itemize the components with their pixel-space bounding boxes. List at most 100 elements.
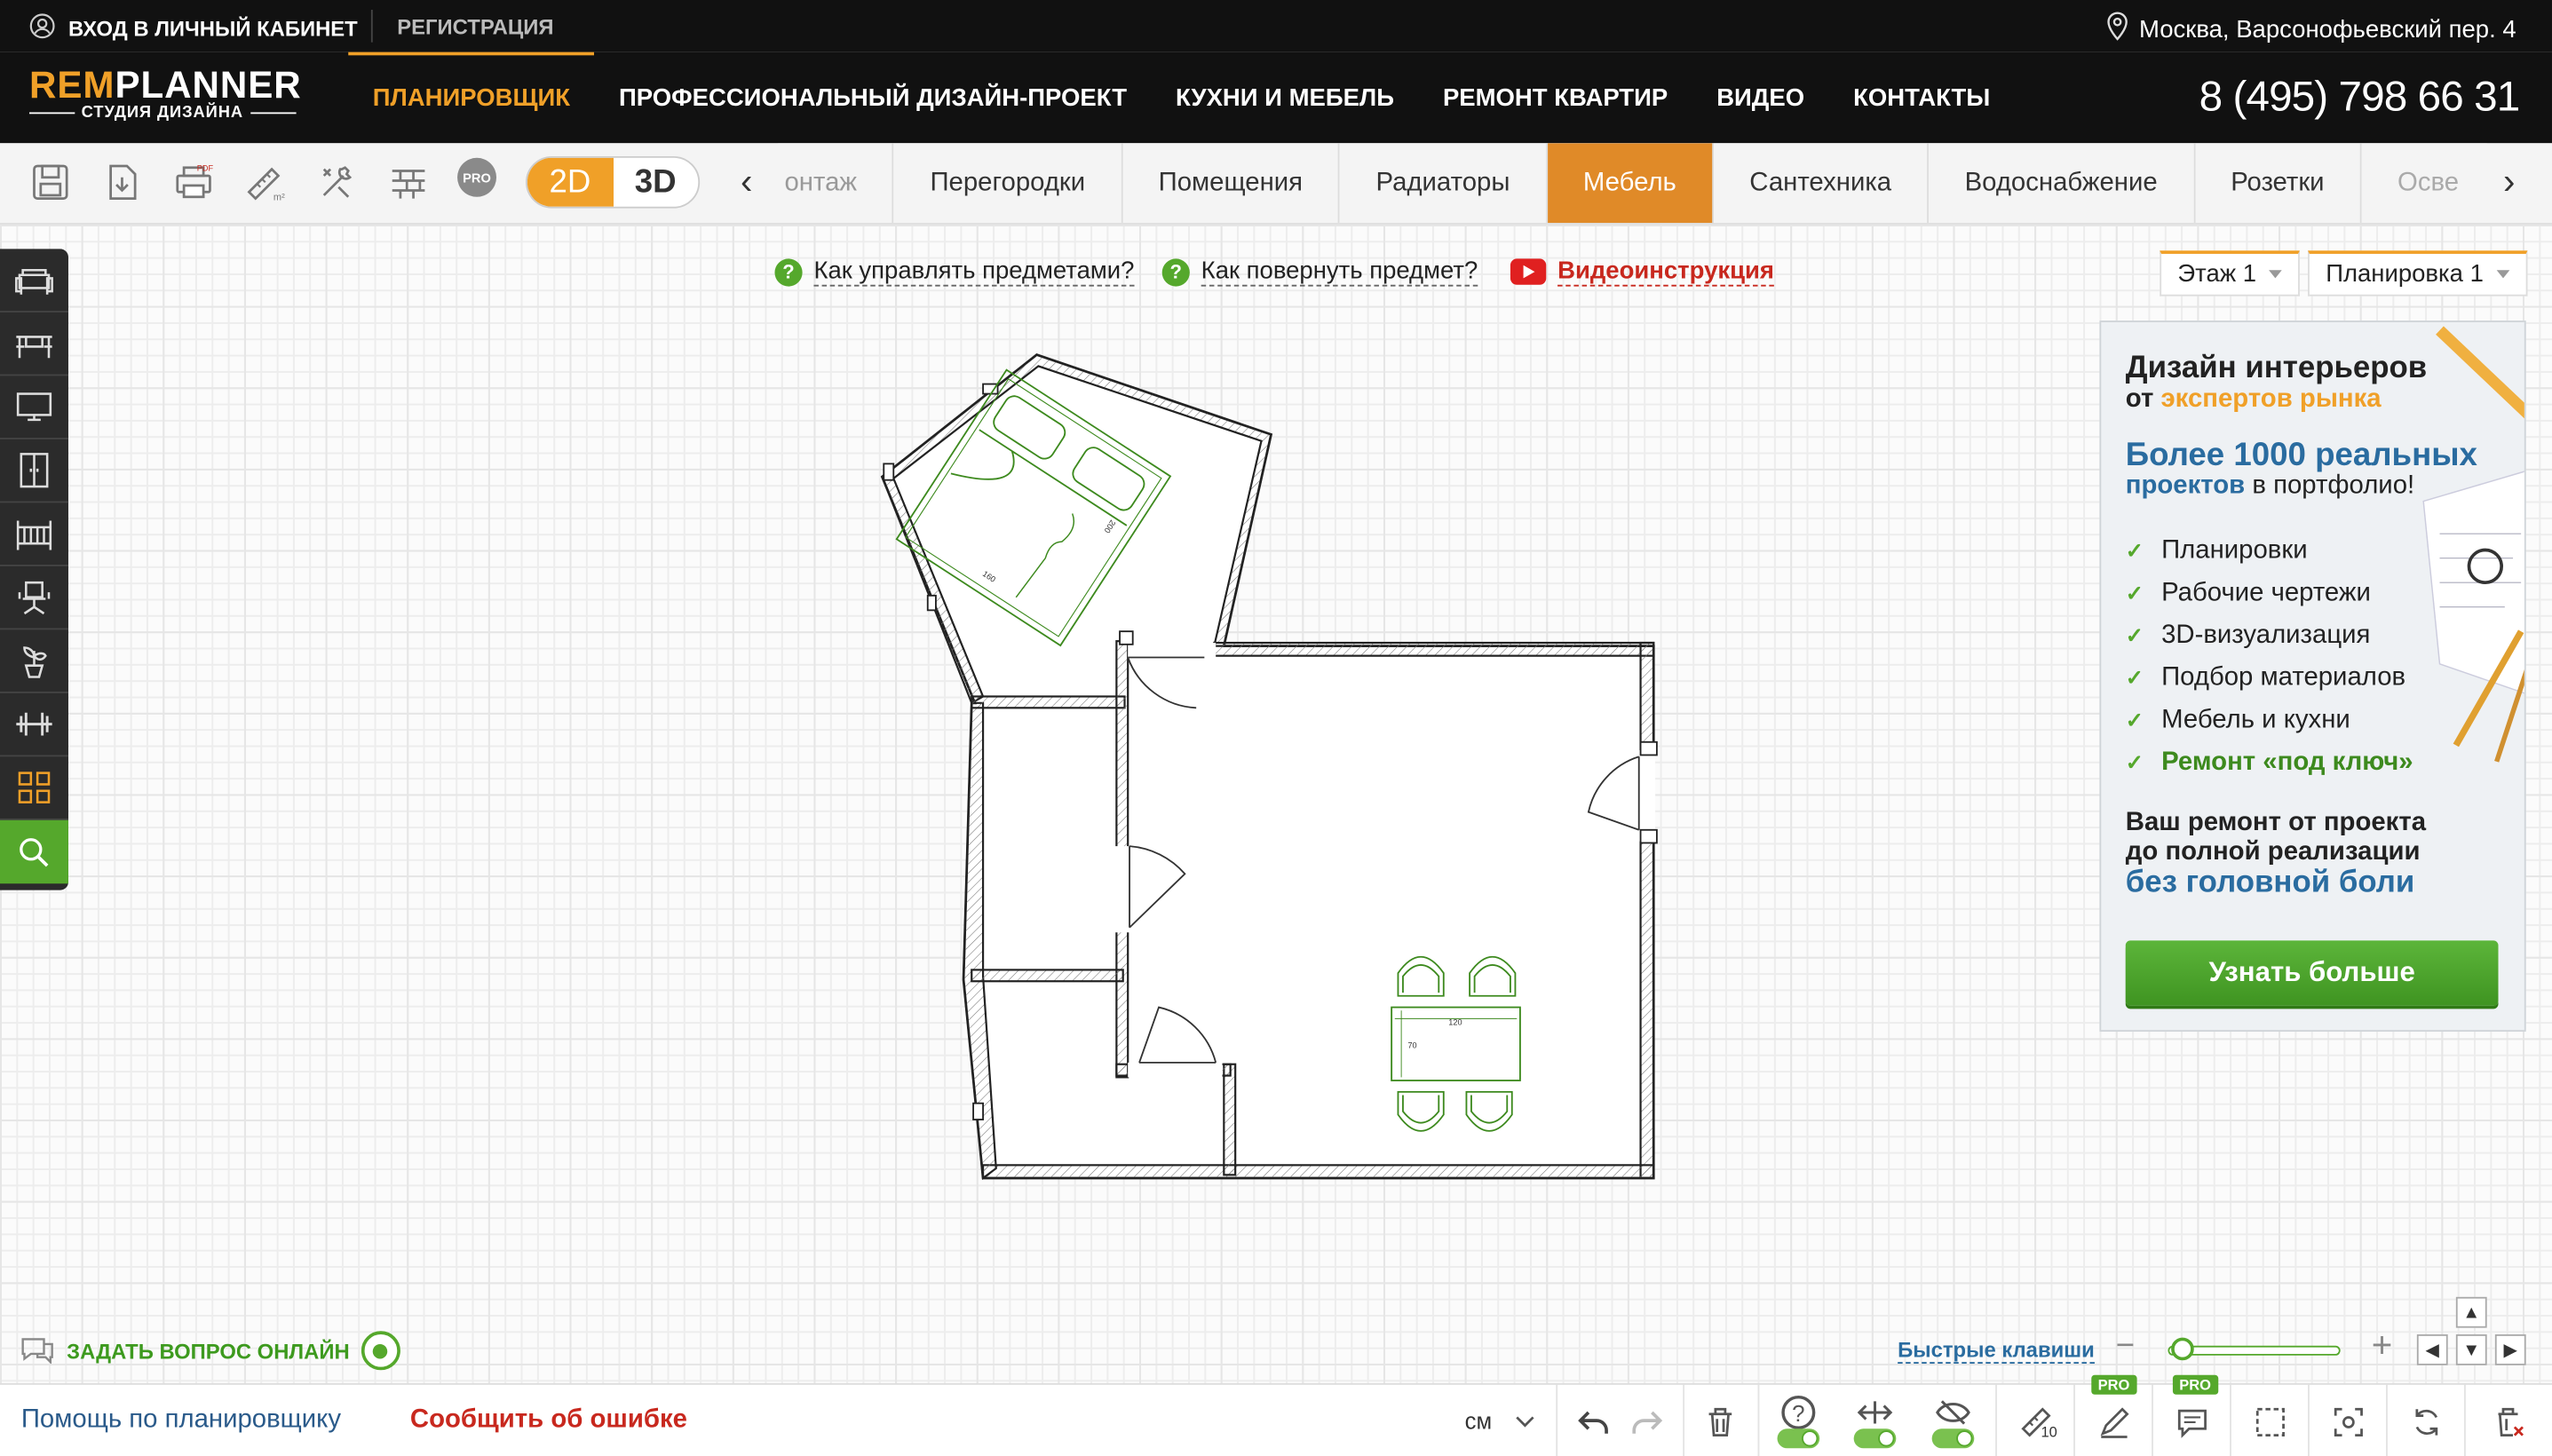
logo-rem: REM: [28, 63, 115, 107]
mode-3d-button[interactable]: 3D: [613, 158, 698, 207]
video-instruction-label: Видеоинструкция: [1557, 257, 1774, 287]
hotkeys-link[interactable]: Быстрые клавиши: [1898, 1338, 2095, 1364]
office-chair-icon[interactable]: [0, 566, 68, 630]
chevron-right-icon[interactable]: ›: [2503, 162, 2515, 202]
nav-item-kitchens[interactable]: КУХНИ И МЕБЕЛЬ: [1152, 52, 1419, 144]
category-tabs: онтаж Перегородки Помещения Радиаторы Ме…: [778, 143, 2487, 224]
wardrobe-icon[interactable]: [0, 439, 68, 503]
unit-select[interactable]: см: [1465, 1407, 1534, 1434]
question-icon: ?: [1161, 257, 1190, 286]
view-mode-toggle[interactable]: 2D 3D: [526, 155, 701, 209]
app-root: ВХОД В ЛИЧНЫЙ КАБИНЕТ РЕГИСТРАЦИЯ Москва…: [0, 0, 2552, 1456]
zoom-in-icon[interactable]: +: [2372, 1325, 2393, 1367]
login-link[interactable]: ВХОД В ЛИЧНЫЙ КАБИНЕТ: [29, 13, 358, 44]
tab-rooms[interactable]: Помещения: [1122, 143, 1341, 224]
nav-item-contacts[interactable]: КОНТАКТЫ: [1829, 52, 2015, 144]
print-pdf-icon[interactable]: PDF: [170, 158, 218, 207]
save-icon[interactable]: [26, 158, 75, 207]
download-icon[interactable]: [98, 158, 147, 207]
address[interactable]: Москва, Варсонофьевский пер. 4: [2106, 12, 2516, 47]
user-icon: [29, 13, 55, 44]
hints-toggle[interactable]: ?: [1757, 1384, 1836, 1456]
chat-bubble-icon: [20, 1333, 55, 1367]
layout-select[interactable]: Планировка 1: [2308, 250, 2528, 297]
list-item: ✓ Мебель и кухни: [2125, 706, 2350, 734]
ruler-tool[interactable]: 10: [1995, 1384, 2073, 1456]
list-item: ✓ Планировки: [2125, 536, 2308, 566]
dimensions-toggle[interactable]: [1836, 1385, 1914, 1456]
help-rotate-link[interactable]: ? Как повернуть предмет?: [1161, 257, 1478, 287]
logo[interactable]: REMPLANNER СТУДИЯ ДИЗАЙНА: [28, 66, 302, 122]
tab-lighting[interactable]: Осве: [2361, 143, 2487, 224]
visibility-toggle[interactable]: [1914, 1385, 1992, 1456]
pan-down-icon[interactable]: ▼: [2455, 1333, 2487, 1365]
top-bar: ВХОД В ЛИЧНЫЙ КАБИНЕТ РЕГИСТРАЦИЯ Москва…: [0, 0, 2552, 52]
dumbbell-icon[interactable]: [0, 693, 68, 757]
list-item: ✓ 3D-визуализация: [2125, 621, 2371, 650]
screenshot-icon[interactable]: [2308, 1384, 2386, 1456]
pan-up-icon[interactable]: ▲: [2455, 1296, 2487, 1328]
grid-icon[interactable]: [0, 756, 68, 820]
area-ruler-icon[interactable]: m²: [241, 158, 289, 207]
nav-item-planner[interactable]: ПЛАНИРОВЩИК: [348, 51, 595, 144]
pro-badge[interactable]: PRO: [457, 157, 497, 197]
online-status-icon: [361, 1331, 400, 1371]
design-ad-banner[interactable]: Дизайн интерьеров от экспертов рынка Бол…: [2099, 320, 2526, 1033]
toggle-switch[interactable]: [1853, 1428, 1897, 1448]
tab-montage[interactable]: онтаж: [778, 143, 895, 224]
wall-builder-icon[interactable]: [384, 158, 433, 207]
svg-text:?: ?: [1791, 1402, 1803, 1427]
table-icon[interactable]: [0, 313, 68, 376]
pan-right-icon[interactable]: ▶: [2494, 1333, 2526, 1365]
tv-icon[interactable]: [0, 376, 68, 439]
tab-radiators[interactable]: Радиаторы: [1340, 143, 1548, 224]
ad-headline-2: проектов в портфолио!: [2125, 471, 2415, 500]
report-error-link[interactable]: Сообщить об ошибке: [410, 1406, 687, 1436]
search-icon[interactable]: [0, 819, 68, 884]
table-width-label: 120: [1448, 1018, 1462, 1027]
planner-help-link[interactable]: Помощь по планировщику: [21, 1406, 341, 1436]
divider: [370, 9, 373, 43]
sofa-icon[interactable]: [0, 249, 68, 313]
tab-plumbing[interactable]: Сантехника: [1713, 143, 1930, 224]
ask-question-online[interactable]: ЗАДАТЬ ВОПРОС ОНЛАЙН: [20, 1331, 400, 1371]
redo-icon[interactable]: [1612, 1385, 1684, 1456]
mode-2d-button[interactable]: 2D: [527, 157, 614, 207]
zoom-slider-handle[interactable]: [2171, 1337, 2194, 1361]
comment-tool[interactable]: PRO: [2152, 1374, 2230, 1456]
plant-icon[interactable]: [0, 629, 68, 693]
zoom-out-icon[interactable]: −: [2116, 1328, 2135, 1365]
crib-icon[interactable]: [0, 502, 68, 566]
furniture-sidebar: [0, 249, 68, 890]
nav-item-design-project[interactable]: ПРОФЕССИОНАЛЬНЫЙ ДИЗАЙН-ПРОЕКТ: [595, 52, 1152, 144]
toggle-switch[interactable]: [1776, 1428, 1819, 1448]
draw-tool[interactable]: PRO: [2073, 1374, 2152, 1456]
pan-left-icon[interactable]: ◀: [2416, 1333, 2448, 1365]
ad-feature-list: ✓ Планировки ✓ Рабочие чертежи ✓ 3D-визуали…: [2126, 531, 2413, 785]
phone-number[interactable]: 8 (495) 798 66 31: [2199, 72, 2521, 123]
toggle-switch[interactable]: [1931, 1428, 1975, 1448]
pencil-deco-icon: [2422, 326, 2524, 763]
learn-more-button[interactable]: Узнать больше: [2125, 940, 2499, 1006]
video-instruction-link[interactable]: Видеоинструкция: [1510, 257, 1774, 287]
tools-icon[interactable]: [313, 158, 361, 207]
check-icon: ✓: [2125, 749, 2144, 775]
trash-icon[interactable]: [1683, 1384, 1755, 1456]
clear-all-icon[interactable]: [2464, 1384, 2552, 1456]
tab-partitions[interactable]: Перегородки: [894, 143, 1123, 224]
floor-select-value: Этаж 1: [2177, 259, 2257, 288]
chevron-left-icon[interactable]: ‹: [741, 162, 752, 202]
rotate-icon[interactable]: [2386, 1384, 2464, 1456]
floor-select[interactable]: Этаж 1: [2160, 250, 2301, 297]
nav-item-video[interactable]: ВИДЕО: [1692, 52, 1829, 144]
select-area-icon[interactable]: [2230, 1384, 2308, 1456]
tab-sockets[interactable]: Розетки: [2194, 143, 2362, 224]
register-link[interactable]: РЕГИСТРАЦИЯ: [397, 14, 553, 38]
table-depth-label: 70: [1407, 1041, 1416, 1049]
help-manage-link[interactable]: ? Как управлять предметами?: [774, 257, 1135, 287]
help-manage-label: Как управлять предметами?: [813, 257, 1135, 287]
tab-furniture[interactable]: Мебель: [1547, 143, 1714, 224]
list-item: ✓ Подбор материалов: [2125, 663, 2406, 692]
nav-item-renovation[interactable]: РЕМОНТ КВАРТИР: [1418, 52, 1692, 144]
tab-water-supply[interactable]: Водоснабжение: [1929, 143, 2195, 224]
